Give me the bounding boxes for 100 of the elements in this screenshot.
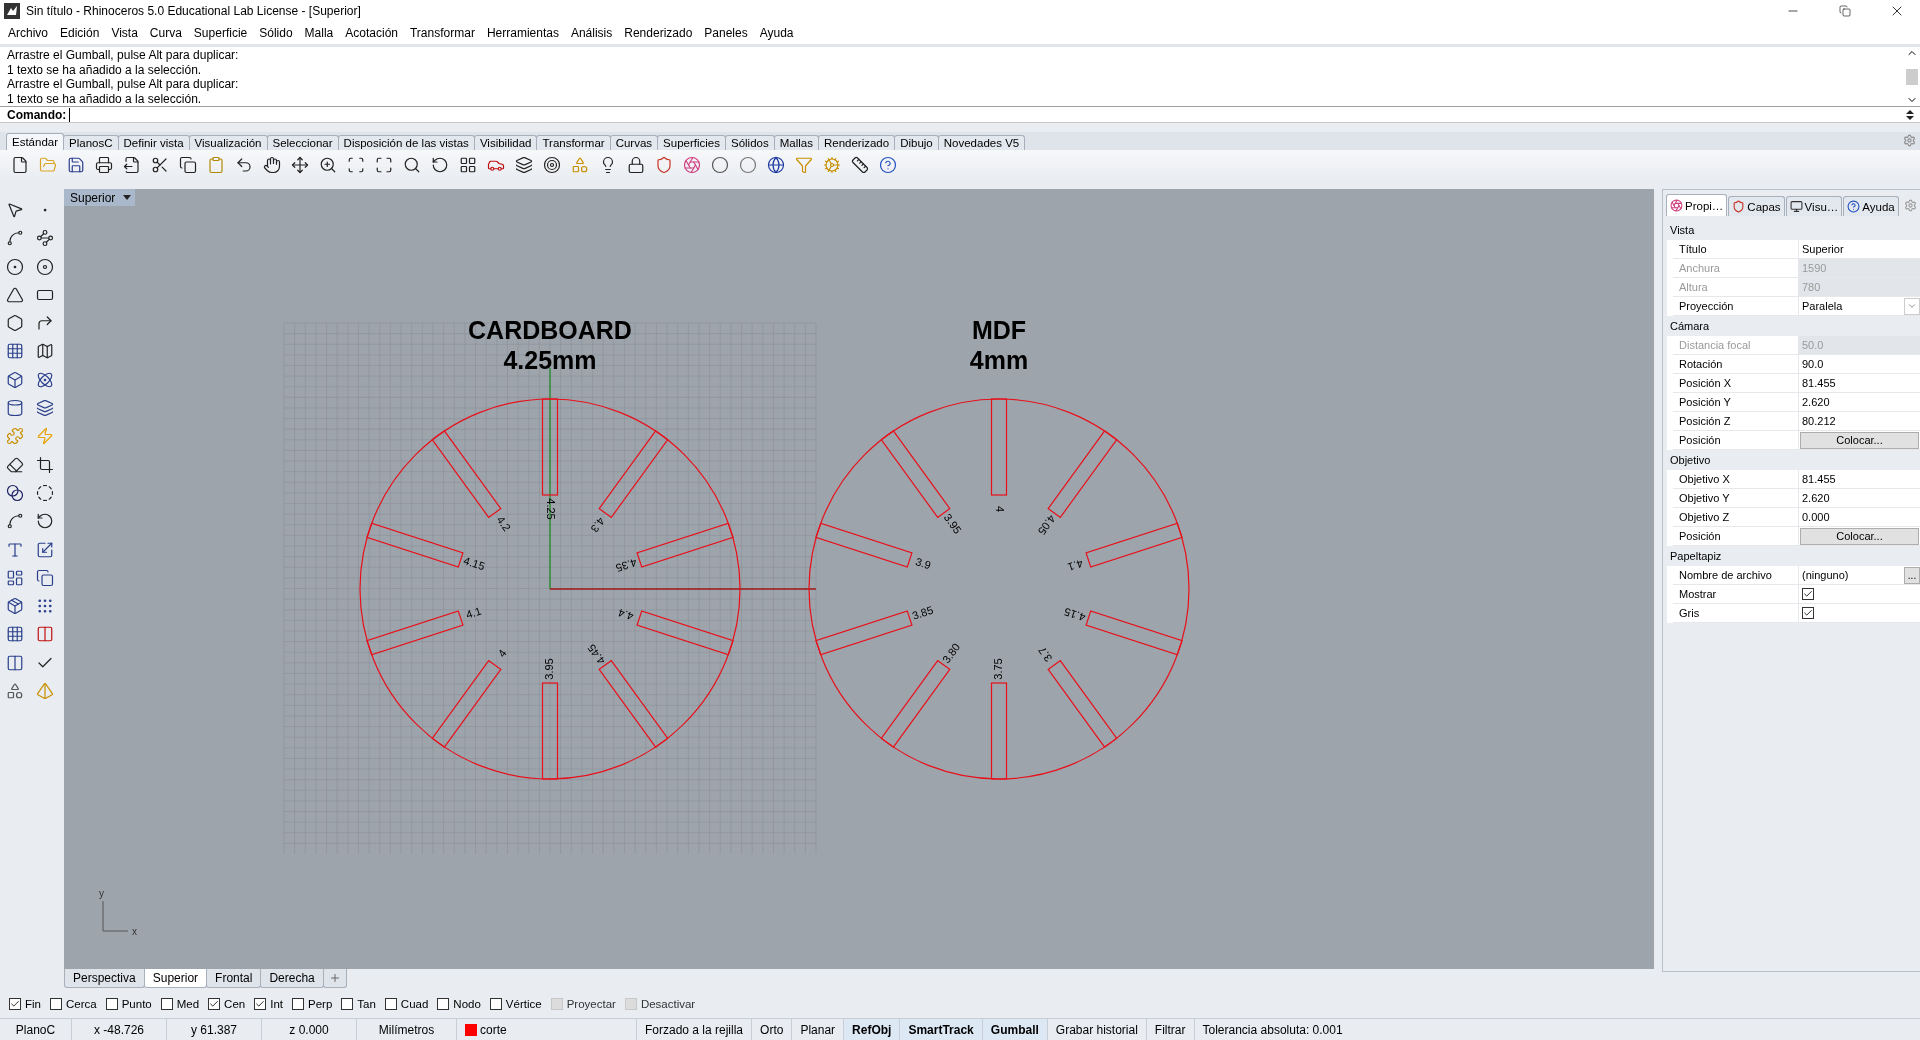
slot-label: 4.1 [1066,557,1085,574]
sphere-icon[interactable] [737,154,759,176]
status-toggle[interactable]: Forzado a la rejilla [637,1019,753,1040]
status-toggle[interactable]: SmartTrack [900,1019,983,1040]
toolbar-tab[interactable]: Visibilidad [473,135,538,150]
osnap-checkbox[interactable] [9,998,21,1010]
status-toggle[interactable]: Gumball [982,1019,1048,1040]
material-thickness: 4.25mm [503,346,597,374]
move-icon[interactable] [289,154,311,176]
viewport-title[interactable]: Superior [64,189,136,206]
hand-icon[interactable] [261,154,283,176]
command-bar[interactable]: Comando: [0,106,1920,123]
menu-item[interactable]: Archivo [2,23,54,43]
toolbar-tab[interactable]: Seleccionar [266,135,339,150]
osnap-checkbox[interactable] [105,998,118,1010]
panel-tab[interactable]: Visu… [1785,196,1843,216]
checkbox[interactable] [1802,588,1814,600]
toolbar-tab[interactable]: Transformar [536,135,611,150]
osnap-label: Proyectar [566,998,616,1010]
chevron-down-icon [1907,301,1917,311]
status-toggle[interactable]: RefObj [844,1019,901,1040]
menu-item[interactable]: Ayuda [753,23,800,43]
place-button[interactable]: Colocar... [1800,431,1919,449]
osnap-checkbox[interactable] [160,998,173,1010]
toolbar-tab[interactable]: PlanosC [63,135,119,150]
osnap-checkbox[interactable] [208,998,221,1010]
toolbar-tab[interactable]: Superficies [657,135,726,150]
slot-label: 3.75 [991,658,1004,680]
ruler-icon[interactable] [849,154,871,176]
monitor-icon [1789,200,1803,213]
osnap-checkbox[interactable] [437,998,450,1010]
aperture-icon[interactable] [681,154,703,176]
menu-item[interactable]: Análisis [564,23,619,43]
property-value[interactable]: (ninguno) [1799,569,1904,581]
osnap-checkbox[interactable] [254,998,267,1010]
menu-item[interactable]: Paneles [698,23,754,43]
status-toggle[interactable]: Orto [752,1019,793,1040]
menu-item[interactable]: Sólido [253,23,299,43]
toolbar-tab[interactable]: Renderizado [817,135,896,150]
target-icon[interactable] [541,154,563,176]
status-toggle[interactable]: Filtrar [1146,1019,1195,1040]
viewport-tab[interactable]: Perspectiva [64,969,145,988]
help-icon [1847,200,1861,213]
osnap-checkbox[interactable] [489,998,502,1010]
toolbar-tab[interactable]: Visualización [188,135,268,150]
check-icon [209,999,220,1009]
layers-icon[interactable] [513,154,535,176]
settings-icon[interactable] [1903,134,1916,147]
menu-item[interactable]: Transformar [404,23,481,43]
osnap-checkbox[interactable] [341,998,354,1010]
osnap-checkbox[interactable] [50,998,62,1010]
slot-label: 4.35 [614,556,639,575]
checkbox[interactable] [1802,607,1814,619]
app-logo-icon [4,3,20,19]
viewport-tab[interactable]: Derecha [260,969,324,988]
sphere-icon[interactable] [709,154,731,176]
toolbar-tab[interactable]: Estándar [6,133,65,150]
section-title: Papeltapiz [1667,546,1920,566]
toolbar-tab[interactable]: Novedades V5 [937,135,1026,150]
menu-item[interactable]: Vista [105,23,144,43]
status-layer[interactable]: corte [480,1022,507,1037]
menu-item[interactable]: Herramientas [480,23,565,43]
panel-tab[interactable]: Capas [1728,196,1785,216]
menu-item[interactable]: Acotación [339,23,404,43]
property-label: Mostrar [1673,585,1799,603]
browse-button[interactable]: ... [1904,566,1920,584]
toolbar-tab[interactable]: Mallas [773,135,819,150]
menu-item[interactable]: Renderizado [618,23,699,43]
menu-item[interactable]: Edición [54,23,106,43]
color-wheel-icon [1670,199,1683,212]
status-plane[interactable]: PlanoC [0,1019,72,1040]
menu-item[interactable]: Malla [298,23,340,43]
menu-item[interactable]: Curva [143,23,188,43]
toolbar-tab[interactable]: Sólidos [725,135,775,150]
slot-label: 4.2 [494,513,514,534]
cog-icon[interactable] [821,154,843,176]
toolbar-tab[interactable]: Definir vista [117,135,190,150]
panel-tab[interactable]: Ayuda [1843,196,1899,216]
toolbar-tab[interactable]: Disposición de las vistas [337,135,475,150]
viewport-tab[interactable]: Frontal [206,969,262,988]
osnap-checkbox[interactable] [292,998,304,1010]
place-button[interactable]: Colocar... [1800,527,1919,545]
history-line: 1 texto se ha añadido a la selección. [7,62,203,77]
check-icon [255,999,266,1009]
property-label: Posición [1673,527,1799,545]
help-icon[interactable] [877,154,899,176]
status-toggle[interactable]: Grabar historial [1047,1019,1147,1040]
property-value[interactable]: Paralela [1799,300,1904,312]
viewport-tab[interactable]: Superior [143,969,208,988]
menu-item[interactable]: Superficie [187,23,254,43]
toolbar-tab[interactable]: Curvas [609,135,659,150]
copy-icon[interactable] [177,154,199,176]
status-units[interactable]: Milímetros [357,1019,457,1040]
panel-tab[interactable]: Propi… [1666,194,1728,216]
scroll-thumb[interactable] [1906,68,1918,85]
spinner-icon[interactable] [1904,107,1916,122]
globe-icon[interactable] [765,154,787,176]
toolbar-tab[interactable]: Dibujo [894,135,939,150]
osnap-checkbox[interactable] [384,998,397,1010]
printer-icon[interactable] [93,154,115,176]
